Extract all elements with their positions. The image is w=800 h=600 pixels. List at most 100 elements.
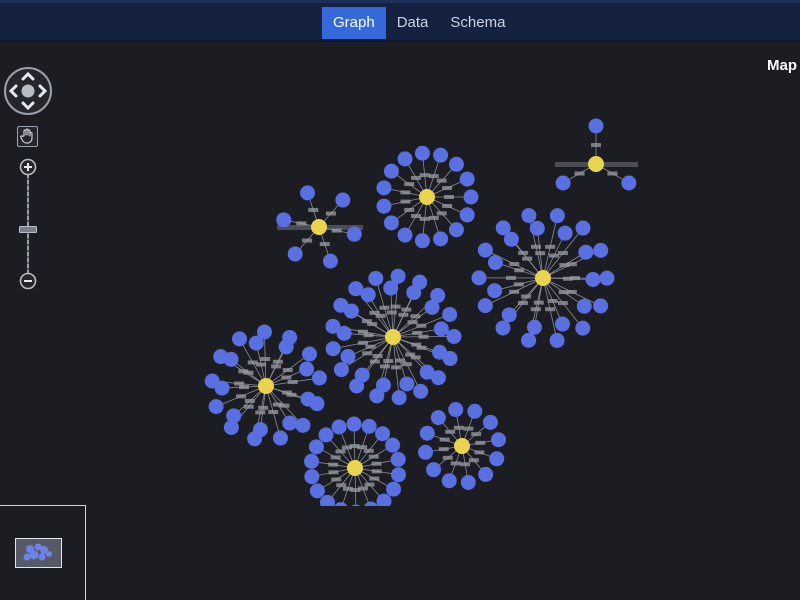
minimap[interactable] xyxy=(0,505,86,600)
leaf-node[interactable] xyxy=(478,466,494,482)
leaf-node[interactable] xyxy=(346,226,362,242)
leaf-node[interactable] xyxy=(386,481,402,497)
leaf-node[interactable] xyxy=(575,320,591,336)
leaf-node[interactable] xyxy=(578,244,594,260)
leaf-node[interactable] xyxy=(593,242,609,258)
leaf-node[interactable] xyxy=(446,328,462,344)
leaf-node[interactable] xyxy=(399,376,415,392)
leaf-node[interactable] xyxy=(442,306,458,322)
leaf-node[interactable] xyxy=(282,329,298,345)
leaf-node[interactable] xyxy=(521,208,537,224)
leaf-node[interactable] xyxy=(430,288,446,304)
leaf-node[interactable] xyxy=(300,185,316,201)
leaf-node[interactable] xyxy=(308,439,324,455)
leaf-node[interactable] xyxy=(588,118,604,134)
leaf-node[interactable] xyxy=(495,220,511,236)
hub-node[interactable] xyxy=(535,270,551,286)
leaf-node[interactable] xyxy=(213,349,229,365)
leaf-node[interactable] xyxy=(489,451,505,467)
leaf-node[interactable] xyxy=(333,362,349,378)
leaf-node[interactable] xyxy=(247,431,263,447)
zoom-in-icon[interactable] xyxy=(19,158,37,176)
hub-node[interactable] xyxy=(454,438,470,454)
leaf-node[interactable] xyxy=(311,370,327,386)
leaf-node[interactable] xyxy=(599,270,615,286)
leaf-node[interactable] xyxy=(501,307,517,323)
leaf-node[interactable] xyxy=(276,212,292,228)
leaf-node[interactable] xyxy=(299,361,315,377)
leaf-node[interactable] xyxy=(348,504,363,506)
leaf-node[interactable] xyxy=(549,332,565,348)
leaf-node[interactable] xyxy=(376,180,392,196)
leaf-node[interactable] xyxy=(477,298,493,314)
leaf-node[interactable] xyxy=(441,473,457,489)
leaf-node[interactable] xyxy=(318,427,334,443)
leaf-node[interactable] xyxy=(526,319,542,335)
hub-node[interactable] xyxy=(385,329,401,345)
leaf-node[interactable] xyxy=(376,198,392,214)
leaf-node[interactable] xyxy=(448,156,464,172)
leaf-node[interactable] xyxy=(295,417,311,433)
zoom-out-icon[interactable] xyxy=(19,272,37,290)
leaf-node[interactable] xyxy=(471,270,487,286)
tab-data[interactable]: Data xyxy=(386,7,440,39)
leaf-node[interactable] xyxy=(621,175,637,191)
leaf-node[interactable] xyxy=(304,469,320,485)
hub-node[interactable] xyxy=(311,219,327,235)
leaf-node[interactable] xyxy=(575,220,591,236)
leaf-node[interactable] xyxy=(448,402,464,418)
hub-node[interactable] xyxy=(347,460,363,476)
leaf-node[interactable] xyxy=(397,151,413,167)
graph-canvas[interactable] xyxy=(0,44,800,506)
leaf-node[interactable] xyxy=(418,444,434,460)
hub-node[interactable] xyxy=(258,378,274,394)
leaf-node[interactable] xyxy=(557,225,573,241)
tab-schema[interactable]: Schema xyxy=(439,7,516,39)
leaf-node[interactable] xyxy=(325,318,341,334)
leaf-node[interactable] xyxy=(309,483,325,499)
leaf-node[interactable] xyxy=(304,453,320,469)
leaf-node[interactable] xyxy=(204,373,220,389)
leaf-node[interactable] xyxy=(223,419,239,435)
leaf-node[interactable] xyxy=(414,233,430,249)
leaf-node[interactable] xyxy=(482,414,498,430)
leaf-node[interactable] xyxy=(302,346,318,362)
leaf-node[interactable] xyxy=(340,348,356,364)
leaf-node[interactable] xyxy=(467,403,483,419)
leaf-node[interactable] xyxy=(459,207,475,223)
minimap-viewport[interactable] xyxy=(15,538,62,568)
leaf-node[interactable] xyxy=(208,399,224,415)
leaf-node[interactable] xyxy=(433,321,449,337)
leaf-node[interactable] xyxy=(333,297,349,313)
leaf-node[interactable] xyxy=(576,298,592,314)
leaf-node[interactable] xyxy=(549,208,565,224)
leaf-node[interactable] xyxy=(325,341,341,357)
leaf-node[interactable] xyxy=(554,316,570,332)
hub-node[interactable] xyxy=(588,156,604,172)
leaf-node[interactable] xyxy=(413,383,429,399)
leaf-node[interactable] xyxy=(391,390,407,406)
leaf-node[interactable] xyxy=(287,246,303,262)
leaf-node[interactable] xyxy=(335,192,351,208)
leaf-node[interactable] xyxy=(272,430,288,446)
leaf-node[interactable] xyxy=(495,320,511,336)
leaf-node[interactable] xyxy=(430,410,446,426)
pan-mode-button[interactable] xyxy=(17,126,38,147)
leaf-node[interactable] xyxy=(333,502,348,506)
leaf-node[interactable] xyxy=(383,163,399,179)
leaf-node[interactable] xyxy=(375,426,391,442)
leaf-node[interactable] xyxy=(383,215,399,231)
leaf-node[interactable] xyxy=(348,281,364,297)
leaf-node[interactable] xyxy=(460,474,476,490)
zoom-handle[interactable] xyxy=(19,226,37,233)
leaf-node[interactable] xyxy=(448,222,464,238)
leaf-node[interactable] xyxy=(433,147,449,163)
leaf-node[interactable] xyxy=(426,462,442,478)
leaf-node[interactable] xyxy=(555,175,571,191)
leaf-node[interactable] xyxy=(256,324,272,340)
leaf-node[interactable] xyxy=(385,437,401,453)
leaf-node[interactable] xyxy=(487,283,503,299)
leaf-node[interactable] xyxy=(463,189,479,205)
leaf-node[interactable] xyxy=(521,332,537,348)
zoom-slider[interactable] xyxy=(18,156,38,292)
